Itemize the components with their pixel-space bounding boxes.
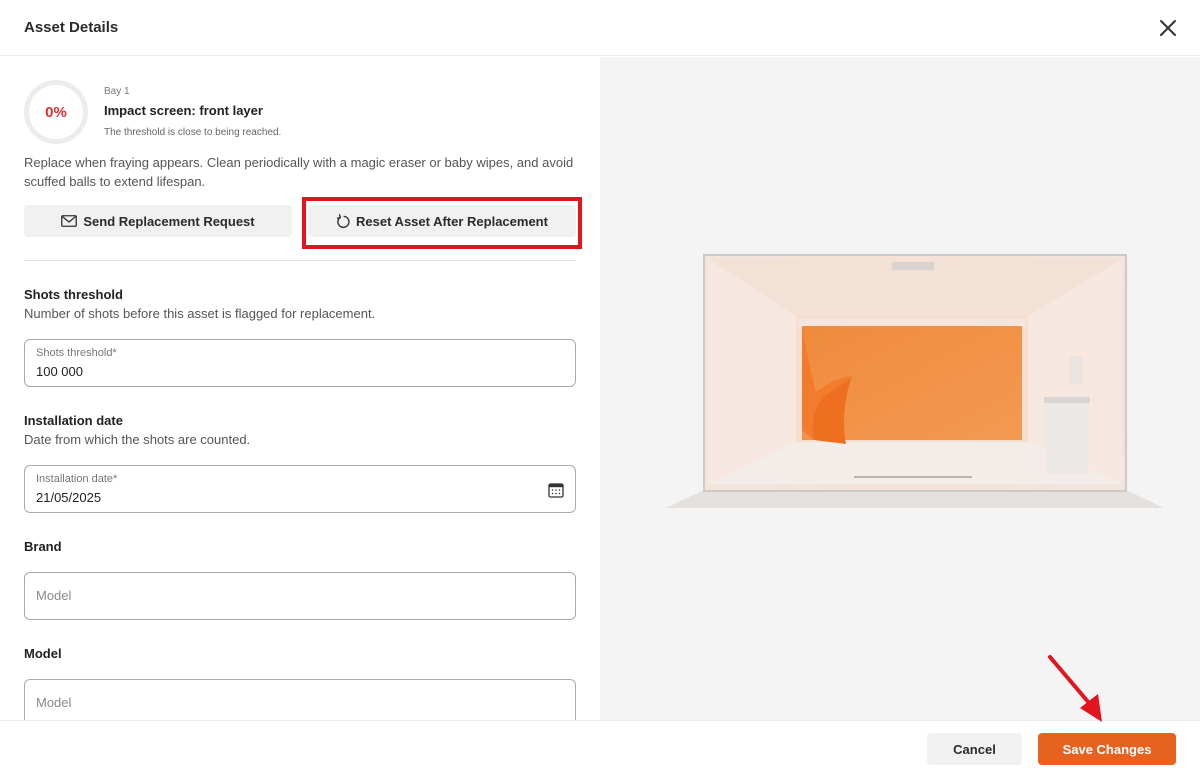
asset-description: Replace when fraying appears. Clean peri… xyxy=(24,155,574,189)
modal-footer: Cancel Save Changes xyxy=(0,720,1200,775)
brand-field[interactable]: Model xyxy=(24,572,576,620)
installation-date-field[interactable]: Installation date* xyxy=(24,465,576,513)
reset-icon xyxy=(336,213,350,228)
asset-preview-panel xyxy=(600,57,1200,720)
installation-date-label: Installation date* xyxy=(36,473,118,485)
envelope-icon xyxy=(61,215,78,227)
modal-header: Asset Details xyxy=(0,0,1200,56)
installation-date-input[interactable] xyxy=(36,490,516,505)
shots-threshold-field[interactable]: Shots threshold* xyxy=(24,339,576,387)
asset-meta: Bay 1 Impact screen: front layer The thr… xyxy=(104,86,281,138)
asset-name: Impact screen: front layer xyxy=(104,103,263,118)
progress-value: 0% xyxy=(45,103,67,121)
brand-placeholder: Model xyxy=(36,588,72,603)
asset-form-panel: 0% Bay 1 Impact screen: front layer The … xyxy=(0,57,600,720)
progress-gauge: 0% xyxy=(24,80,88,144)
send-replacement-request-button[interactable]: Send Replacement Request xyxy=(24,205,292,237)
close-icon[interactable] xyxy=(1158,18,1178,38)
installation-date-subtitle: Date from which the shots are counted. xyxy=(24,432,251,447)
installation-date-title: Installation date xyxy=(24,413,123,428)
model-field[interactable]: Model xyxy=(24,679,576,720)
model-placeholder: Model xyxy=(36,695,72,710)
shots-threshold-title: Shots threshold xyxy=(24,287,123,302)
divider xyxy=(24,260,576,261)
shots-threshold-input[interactable] xyxy=(36,364,516,379)
bay-3d-render-image xyxy=(666,254,1164,508)
asset-status: The threshold is close to being reached. xyxy=(104,127,282,138)
reset-asset-label: Reset Asset After Replacement xyxy=(356,213,548,229)
shots-threshold-subtitle: Number of shots before this asset is fla… xyxy=(24,306,376,321)
cancel-button[interactable]: Cancel xyxy=(927,733,1022,765)
model-title: Model xyxy=(24,646,62,661)
reset-asset-button[interactable]: Reset Asset After Replacement xyxy=(308,205,576,237)
send-replacement-request-label: Send Replacement Request xyxy=(83,213,255,229)
brand-title: Brand xyxy=(24,539,62,554)
save-changes-button[interactable]: Save Changes xyxy=(1038,733,1176,765)
calendar-icon[interactable] xyxy=(548,482,564,498)
asset-details-modal: Asset Details 0% Bay 1 Impact screen: fr… xyxy=(0,0,1200,775)
asset-bay: Bay 1 xyxy=(104,86,130,97)
modal-title: Asset Details xyxy=(24,19,119,36)
shots-threshold-label: Shots threshold* xyxy=(36,347,117,359)
